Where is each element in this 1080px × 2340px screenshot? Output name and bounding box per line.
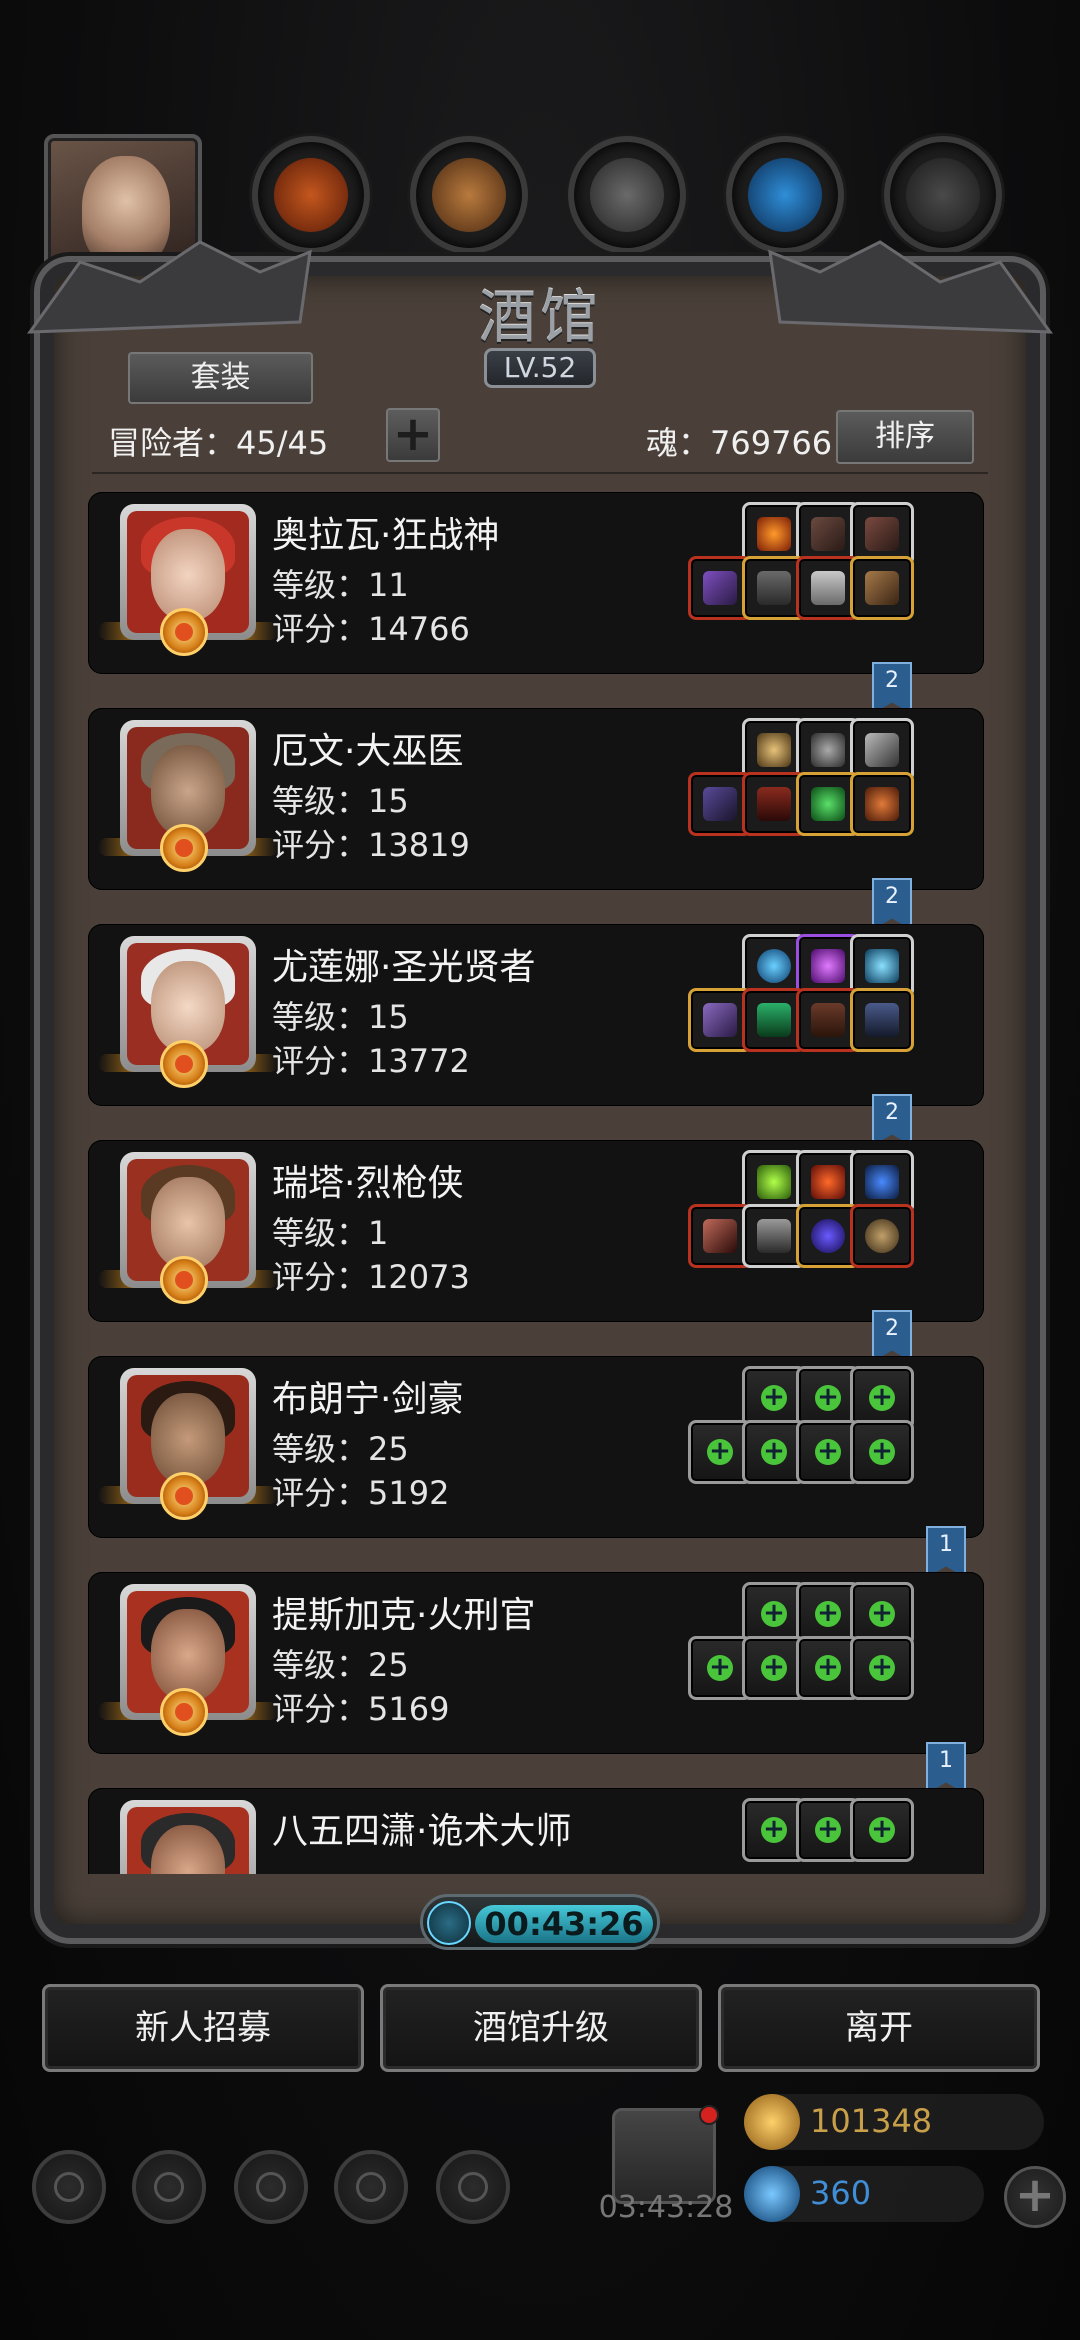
chest-icon[interactable] (436, 2150, 510, 2224)
add-currency-button[interactable]: + (1004, 2166, 1066, 2228)
equip-shield-icon[interactable] (850, 1204, 914, 1268)
hero-list[interactable]: 奥拉瓦·狂战神 等级：11 评分：14766 2 厄文·大巫医 等级：15 评分… (88, 486, 984, 1874)
hero-level: 等级：11 (272, 566, 409, 604)
hero-score: 评分：13772 (272, 1042, 470, 1080)
add-icon: + (707, 1654, 733, 1681)
rank-emblem-icon (160, 1256, 208, 1304)
empty-equip-slot[interactable]: + (850, 1636, 914, 1700)
divider (92, 472, 988, 474)
gem-icon (744, 2166, 800, 2222)
hero-rank-bookmark: 2 (872, 662, 912, 714)
castle-icon[interactable] (234, 2150, 308, 2224)
hero-card[interactable]: 厄文·大巫医 等级：15 评分：13819 (88, 708, 984, 890)
hero-score: 评分：13819 (272, 826, 470, 864)
notification-dot (699, 2105, 719, 2125)
gift-timer: 03:43:28 (598, 2190, 734, 2225)
resource-wood-icon[interactable] (410, 136, 528, 254)
hero-name: 厄文·大巫医 (272, 731, 464, 772)
left-ornament-icon (27, 240, 312, 334)
add-icon: + (761, 1654, 787, 1681)
hero-name: 提斯加克·火刑官 (272, 1595, 536, 1636)
hero-card[interactable]: 奥拉瓦·狂战神 等级：11 评分：14766 (88, 492, 984, 674)
timer-text: 00:43:26 (484, 1905, 644, 1943)
tavern-level-badge: LV.52 (484, 348, 596, 388)
star-icon[interactable] (132, 2150, 206, 2224)
right-ornament-icon (768, 240, 1053, 334)
gold-currency: 101348 (744, 2094, 1044, 2150)
hero-rank-bookmark: 2 (872, 878, 912, 930)
add-icon: + (869, 1816, 895, 1843)
equip-gauntlet-icon[interactable] (850, 556, 914, 620)
add-icon: + (761, 1438, 787, 1465)
soul-count: 魂：769766 (646, 424, 833, 462)
add-icon: + (815, 1654, 841, 1681)
hero-score: 评分：5192 (272, 1474, 450, 1512)
hero-score: 评分：5169 (272, 1690, 450, 1728)
add-icon: + (869, 1438, 895, 1465)
add-icon: + (869, 1384, 895, 1411)
hero-name: 瑞塔·烈枪侠 (272, 1163, 464, 1204)
sort-button[interactable]: 排序 (836, 410, 974, 464)
hero-level: 等级：15 (272, 782, 409, 820)
outfit-tab[interactable]: 套装 (128, 352, 313, 404)
empty-equip-slot[interactable]: + (850, 1420, 914, 1484)
add-icon: + (761, 1600, 787, 1627)
hero-card[interactable]: 提斯加克·火刑官 等级：25 评分：5169 + + + + + + + (88, 1572, 984, 1754)
leave-button[interactable]: 离开 (718, 1984, 1040, 2072)
hero-level: 等级：15 (272, 998, 409, 1036)
add-icon: + (761, 1816, 787, 1843)
add-icon: + (707, 1438, 733, 1465)
hero-card[interactable]: 布朗宁·剑豪 等级：25 评分：5192 + + + + + + + (88, 1356, 984, 1538)
gem-currency: 360 (744, 2166, 984, 2222)
hero-rank-bookmark: 1 (926, 1742, 966, 1794)
rank-emblem-icon (160, 608, 208, 656)
adventurer-count: 冒险者：45/45 (108, 424, 329, 462)
add-icon: + (869, 1600, 895, 1627)
mail-icon[interactable] (334, 2150, 408, 2224)
clock-icon (427, 1901, 471, 1945)
upgrade-tavern-button[interactable]: 酒馆升级 (380, 1984, 702, 2072)
gold-amount: 101348 (810, 2102, 933, 2140)
rank-emblem-icon (160, 1472, 208, 1520)
tavern-refresh-timer: 00:43:26 (420, 1894, 660, 1950)
add-icon: + (869, 1654, 895, 1681)
gem-amount: 360 (810, 2174, 872, 2212)
equip-amulet-icon[interactable] (850, 772, 914, 836)
rank-emblem-icon (160, 1040, 208, 1088)
resource-iron-icon[interactable] (568, 136, 686, 254)
hero-level: 等级：1 (272, 1214, 389, 1252)
hero-rank-bookmark: 2 (872, 1094, 912, 1146)
hero-card[interactable]: 尤莲娜·圣光贤者 等级：15 评分：13772 (88, 924, 984, 1106)
hero-card[interactable]: 八五四潇·诡术大师 + + + (88, 1788, 984, 1874)
hero-level: 等级：25 (272, 1646, 409, 1684)
empty-skill-slot[interactable]: + (850, 1798, 914, 1862)
add-icon: + (761, 1384, 787, 1411)
hero-score: 评分：14766 (272, 610, 470, 648)
recruit-button[interactable]: 新人招募 (42, 1984, 364, 2072)
hero-rank-bookmark: 2 (872, 1310, 912, 1362)
hero-rank-bookmark: 1 (926, 1526, 966, 1578)
add-icon: + (815, 1816, 841, 1843)
add-icon: + (815, 1600, 841, 1627)
page-title: 酒馆 (477, 283, 602, 351)
hero-score: 评分：12073 (272, 1258, 470, 1296)
hero-level: 等级：25 (272, 1430, 409, 1468)
rank-emblem-icon (160, 824, 208, 872)
hero-name: 八五四潇·诡术大师 (272, 1811, 572, 1852)
gold-coin-icon (744, 2094, 800, 2150)
equip-cross-icon[interactable] (850, 988, 914, 1052)
add-icon: + (815, 1438, 841, 1465)
rank-emblem-icon (160, 1688, 208, 1736)
hero-name: 尤莲娜·圣光贤者 (272, 947, 536, 988)
add-icon: + (815, 1384, 841, 1411)
hero-card[interactable]: 瑞塔·烈枪侠 等级：1 评分：12073 (88, 1140, 984, 1322)
expand-capacity-button[interactable]: + (386, 408, 440, 462)
hero-name: 布朗宁·剑豪 (272, 1379, 464, 1420)
hero-portrait[interactable] (120, 1800, 256, 1874)
hero-name: 奥拉瓦·狂战神 (272, 515, 500, 556)
settings-icon[interactable] (32, 2150, 106, 2224)
